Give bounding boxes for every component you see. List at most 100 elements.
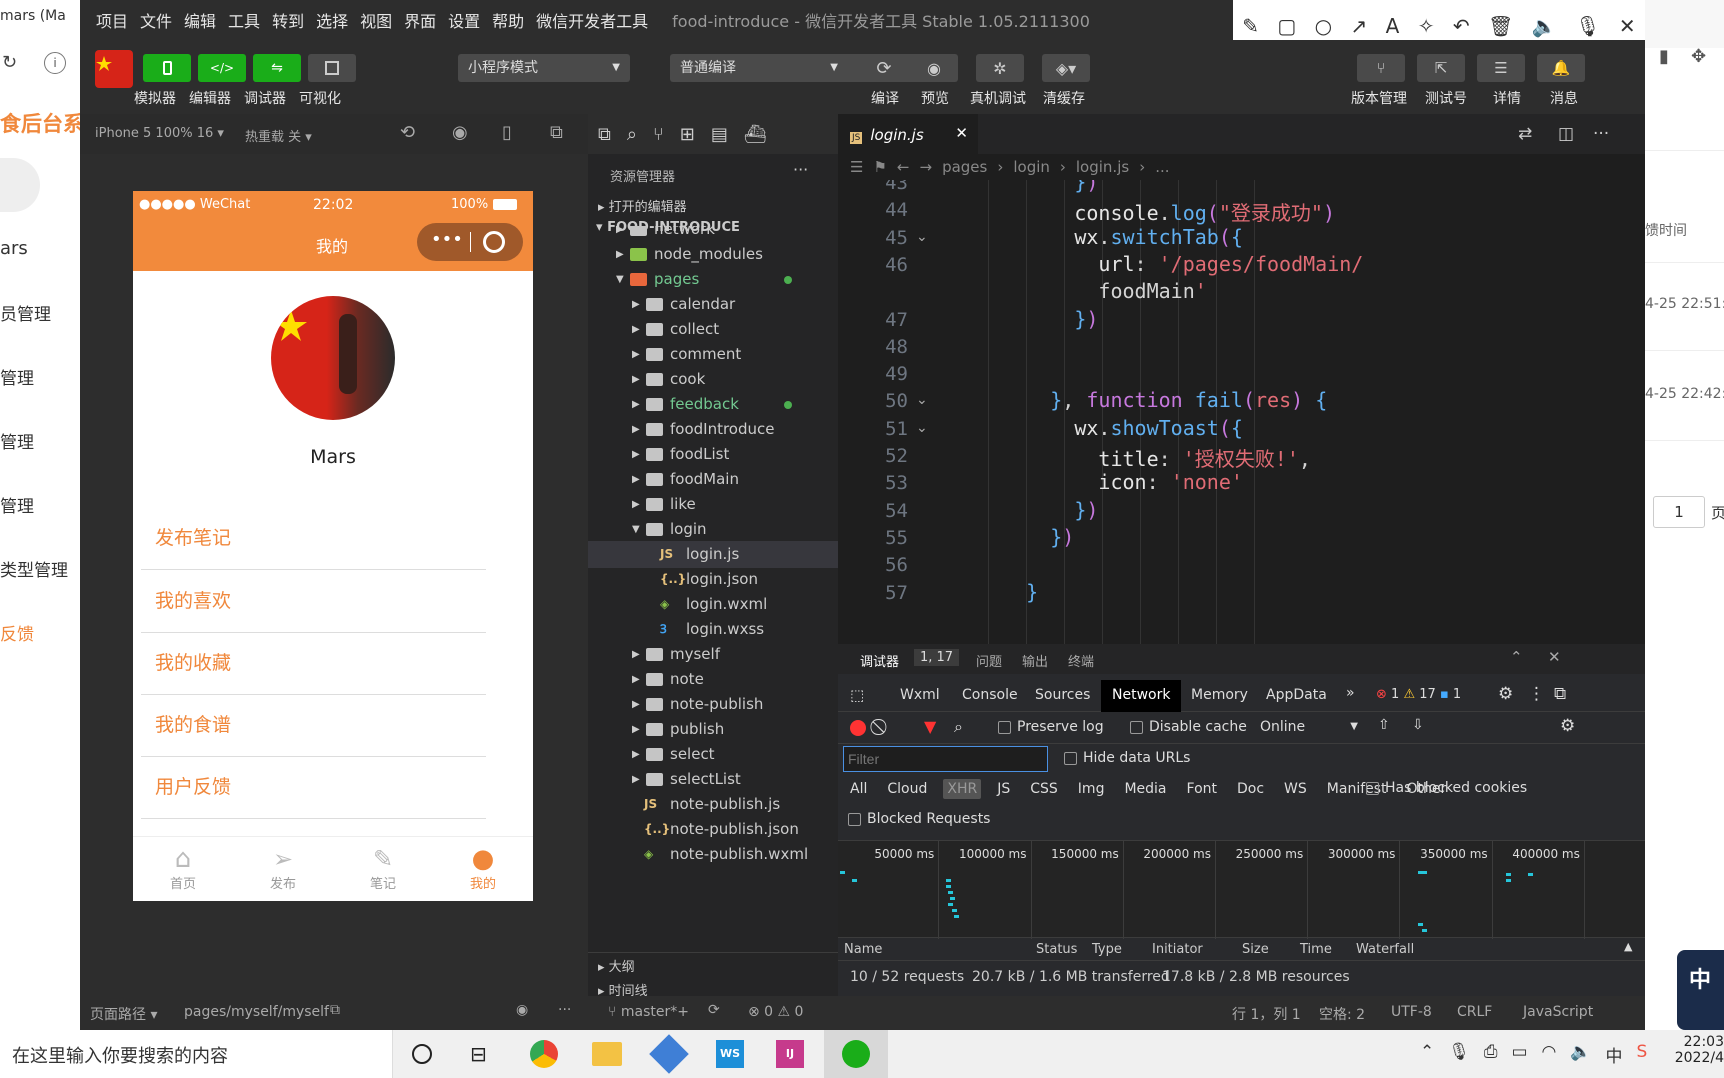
tree-item[interactable]: ▶ comment [588, 341, 838, 368]
chevron-up-icon[interactable]: ⌃ [1510, 648, 1523, 666]
wechat-devtools-taskbar[interactable] [824, 1030, 888, 1078]
volume-icon[interactable]: 🔈 [1570, 1042, 1591, 1067]
crumb-more[interactable]: ... [1155, 158, 1169, 176]
line-ending[interactable]: CRLF [1457, 1004, 1492, 1020]
upload-icon[interactable]: ⇧ [1378, 717, 1390, 733]
fold-chevron-icon[interactable]: ⌄ [916, 229, 928, 245]
tree-item[interactable]: ▶ note-publish [588, 691, 838, 718]
tab-network[interactable]: Network [1101, 680, 1182, 712]
error-count[interactable]: ⊗ 1 ⚠ 17 ▪ 1 [1376, 687, 1461, 702]
tree-item[interactable]: ▶ feedback [588, 391, 838, 418]
menu-item-tools[interactable]: 工具 [228, 8, 260, 32]
back-icon[interactable]: ← [897, 158, 910, 176]
throttle-select[interactable]: Online ▼ [1260, 719, 1358, 735]
git-branch[interactable]: ⑂ master*+ [608, 1004, 689, 1020]
admin-nav-item[interactable]: 员管理 [0, 300, 51, 325]
editor-toggle[interactable]: </> [198, 54, 246, 82]
extensions-icon[interactable]: ⊞ [680, 124, 695, 145]
search-icon[interactable]: ⌕ [627, 124, 637, 145]
menu-item-edit[interactable]: 编辑 [184, 8, 216, 32]
close-capsule-icon[interactable] [483, 231, 505, 253]
dock-icon[interactable]: ⧉ [1554, 684, 1566, 704]
inspect-icon[interactable]: ⬚ [850, 686, 864, 704]
copy-icon[interactable]: ⧉ [330, 1002, 340, 1018]
tab-publish[interactable]: ➢ 发布 [253, 845, 313, 892]
fold-chevron-icon[interactable]: ⌄ [916, 420, 928, 436]
tab-home[interactable]: ⌂ 首页 [153, 845, 213, 892]
split-editor-icon[interactable]: ◫ [1558, 124, 1574, 144]
column-header-name[interactable]: Name [844, 942, 882, 957]
has-blocked-checkbox[interactable]: Has blocked cookies [1366, 780, 1527, 796]
printer-icon[interactable]: ⎙ [1484, 1042, 1498, 1067]
more-tabs-icon[interactable]: » [1346, 685, 1355, 701]
delete-icon[interactable]: 🗑 [1488, 14, 1513, 38]
problems-count[interactable]: ⊗ 0 ⚠ 0 [748, 1004, 803, 1020]
cursor-position[interactable]: 行 1，列 1 [1232, 1004, 1301, 1024]
tab-mine[interactable]: ● 我的 [453, 845, 513, 892]
type-filter-cloud[interactable]: Cloud [883, 779, 931, 799]
hide-data-urls-checkbox[interactable]: Hide data URLs [1064, 750, 1190, 766]
column-header-type[interactable]: Type [1092, 942, 1122, 957]
webstorm-icon[interactable]: WS [716, 1040, 744, 1068]
gear-icon[interactable]: ⚙ [1498, 684, 1513, 704]
tree-item[interactable]: JS login.js [588, 541, 838, 568]
device-select[interactable]: iPhone 5 100% 16 ▾ [95, 126, 224, 141]
language-mode[interactable]: JavaScript [1523, 1004, 1593, 1020]
visual-toggle[interactable] [308, 54, 356, 82]
menu-feedback[interactable]: 用户反馈 [141, 756, 486, 819]
type-filter-font[interactable]: Font [1183, 779, 1221, 799]
details-button[interactable]: ☰ [1477, 54, 1525, 82]
capsule-button[interactable]: ••• [417, 223, 523, 261]
tab-terminal[interactable]: 终端 [1068, 651, 1094, 670]
type-filter-js[interactable]: JS [993, 779, 1014, 799]
tree-item[interactable]: ▶ like [588, 491, 838, 518]
tab-console[interactable]: Console [962, 687, 1018, 703]
user-avatar[interactable] [271, 296, 395, 420]
folder-icon[interactable] [592, 1042, 622, 1066]
admin-nav-item[interactable]: 管理 [0, 492, 34, 517]
version-button[interactable]: ⑂ [1357, 54, 1405, 82]
messages-button[interactable]: 🔔 [1537, 54, 1585, 82]
battery-icon[interactable]: ▭ [1511, 1042, 1527, 1067]
wifi-icon[interactable]: ◠ [1542, 1042, 1557, 1067]
tree-item[interactable]: ◈ note-publish.wxml [588, 841, 838, 868]
tab-sources[interactable]: Sources [1035, 687, 1090, 703]
tree-item[interactable]: ▶ select [588, 741, 838, 768]
tree-item[interactable]: ▶ note [588, 666, 838, 693]
close-icon[interactable]: ✕ [1619, 14, 1636, 38]
fold-chevron-icon[interactable]: ⌄ [916, 392, 928, 408]
tree-item[interactable]: ▶ myself [588, 641, 838, 668]
reload-icon[interactable]: ↻ [2, 52, 17, 73]
remote-debug-button[interactable]: ✲ [976, 54, 1024, 82]
record-button[interactable] [850, 720, 866, 736]
tree-item[interactable]: ▼ pages [588, 266, 838, 293]
docker-icon[interactable]: ⛴ [744, 124, 767, 145]
disable-cache-checkbox[interactable]: Disable cache [1130, 719, 1247, 735]
page-path-toggle[interactable]: 页面路径 ▾ [90, 1004, 157, 1024]
crumb-pages[interactable]: pages [942, 158, 987, 176]
pen-icon[interactable]: ✎ [1242, 14, 1259, 38]
debugger-toggle[interactable]: ⇋ [253, 54, 301, 82]
mic-icon[interactable]: 🎙 [1448, 1042, 1470, 1067]
download-icon[interactable]: ⇩ [1412, 717, 1424, 733]
puzzle-icon[interactable]: ✥ [1691, 46, 1706, 67]
clock[interactable]: 22:03 2022/4 [1674, 1034, 1724, 1066]
tree-item[interactable]: ▶ publish [588, 716, 838, 743]
blocked-requests-checkbox[interactable]: Blocked Requests [848, 811, 990, 827]
chrome-icon[interactable] [530, 1040, 558, 1068]
page-input[interactable]: 1 [1653, 496, 1705, 528]
indent-spaces[interactable]: 空格: 2 [1319, 1004, 1365, 1024]
compare-icon[interactable]: ⇄ [1518, 124, 1532, 144]
taskbar-search[interactable]: 在这里输入你要搜索的内容 [0, 1030, 393, 1078]
code-area[interactable]: 43 44 45 46 47 48 49 50 51 52 53 54 55 56 57 ⌄ ⌄ ⌄ }) con… [838, 180, 1645, 644]
rectangle-icon[interactable]: ▢ [1277, 14, 1296, 38]
storage-icon[interactable]: ▤ [711, 124, 728, 145]
mode-select[interactable]: 小程序模式 ▼ [458, 54, 630, 82]
menu-my-collections[interactable]: 我的收藏 [141, 632, 486, 695]
tree-item[interactable]: JS note-publish.js [588, 791, 838, 818]
magic-icon[interactable]: ✧ [1418, 14, 1435, 38]
bookmark-icon[interactable]: ⚑ [873, 158, 886, 176]
outline-section[interactable]: ▸ 大纲 [598, 956, 635, 975]
text-icon[interactable]: A [1386, 14, 1400, 38]
tree-item[interactable]: ▶ foodList [588, 441, 838, 468]
